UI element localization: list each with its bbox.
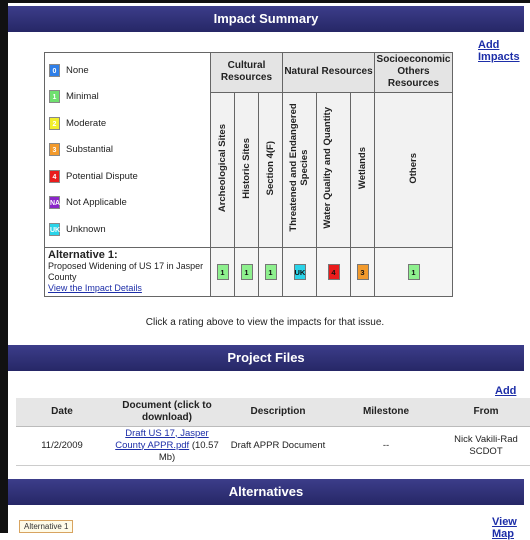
legend-item: UK Unknown xyxy=(49,216,206,243)
legend-item: 0 None xyxy=(49,57,206,84)
rating-cell: 1 xyxy=(258,246,283,297)
column-archeological-sites: Archeological Sites xyxy=(210,91,235,248)
legend-item: 1 Minimal xyxy=(49,84,206,111)
column-header-description: Description xyxy=(226,398,330,427)
rating-cell: UK xyxy=(282,246,317,297)
file-document: Draft US 17, Jasper County APPR.pdf (10.… xyxy=(108,426,226,466)
legend-label: Unknown xyxy=(66,223,106,235)
file-milestone: -- xyxy=(330,426,442,466)
rating-legend: 0 None 1 Minimal 2 Moderate 3 Substantial 4 Poten… xyxy=(44,52,211,248)
legend-label: Substantial xyxy=(66,144,114,156)
legend-label: Minimal xyxy=(66,91,99,103)
rating-cell: 3 xyxy=(350,246,375,297)
column-header-document: Document (click to download) xyxy=(108,398,226,427)
rating-instruction: Click a rating above to view the impacts… xyxy=(145,317,385,328)
legend-swatch: NA xyxy=(49,196,60,210)
legend-swatch: 0 xyxy=(49,63,60,77)
legend-label: Moderate xyxy=(66,117,107,129)
view-impact-details-link[interactable]: View the Impact Details xyxy=(48,283,142,293)
table-row: 11/2/2009 Draft US 17, Jasper County APP… xyxy=(16,426,530,466)
column-others: Others xyxy=(374,91,453,248)
project-files-table: Date Document (click to download) Descri… xyxy=(16,398,530,466)
impact-summary-header: Impact Summary xyxy=(8,6,524,32)
legend-swatch: 4 xyxy=(49,169,60,183)
column-header-from: From xyxy=(442,398,530,427)
window-edge-top xyxy=(0,0,530,3)
rating-cell: 1 xyxy=(234,246,259,297)
impact-grid: 0 None 1 Minimal 2 Moderate 3 Substantial 4 Poten… xyxy=(44,52,453,297)
column-wetlands: Wetlands xyxy=(350,91,375,248)
column-water-quality: Water Quality and Quantity xyxy=(316,91,351,248)
legend-label: Potential Dispute xyxy=(66,170,138,182)
group-natural-resources: Natural Resources xyxy=(282,52,375,93)
rating-cell: 1 xyxy=(374,246,453,297)
file-from: Nick Vakili-Rad SCDOT xyxy=(442,426,530,466)
rating-wetlands[interactable]: 3 xyxy=(356,263,369,280)
rating-cell: 4 xyxy=(316,246,351,297)
rating-water-quality[interactable]: 4 xyxy=(327,263,340,280)
alternative-description: Proposed Widening of US 17 in Jasper Cou… xyxy=(48,260,204,282)
legend-item: 4 Potential Dispute xyxy=(49,163,206,190)
add-impacts-link[interactable]: Add Impacts xyxy=(478,39,530,63)
tab-alternative-1[interactable]: Alternative 1 xyxy=(19,520,74,533)
view-map-link[interactable]: View Map xyxy=(492,516,530,540)
window-edge-left xyxy=(0,0,8,533)
rating-historic-sites[interactable]: 1 xyxy=(240,263,253,280)
legend-label: Not Applicable xyxy=(66,197,127,209)
legend-swatch: 2 xyxy=(49,116,60,130)
legend-swatch: 3 xyxy=(49,143,60,157)
file-date: 11/2/2009 xyxy=(16,426,108,466)
column-historic-sites: Historic Sites xyxy=(234,91,259,248)
rating-archeological-sites[interactable]: 1 xyxy=(216,263,229,280)
rating-cell: 1 xyxy=(210,246,235,297)
project-files-header: Project Files xyxy=(8,345,524,371)
group-socioeconomic-resources: Socioeconomic Others Resources xyxy=(374,52,453,93)
rating-others[interactable]: 1 xyxy=(407,263,420,280)
column-header-milestone: Milestone xyxy=(330,398,442,427)
legend-swatch: 1 xyxy=(49,90,60,104)
legend-swatch: UK xyxy=(49,222,60,236)
legend-item: NA Not Applicable xyxy=(49,190,206,217)
file-description: Draft APPR Document xyxy=(226,426,330,466)
column-threatened-species: Threatened and Endangered Species xyxy=(282,91,317,248)
legend-item: 3 Substantial xyxy=(49,137,206,164)
rating-threatened-species[interactable]: UK xyxy=(293,263,306,280)
legend-label: None xyxy=(66,64,89,76)
column-header-date: Date xyxy=(16,398,108,427)
alternatives-header: Alternatives xyxy=(8,479,524,505)
group-cultural-resources: Cultural Resources xyxy=(210,52,283,93)
legend-item: 2 Moderate xyxy=(49,110,206,137)
alternative-title: Alternative 1: xyxy=(48,248,118,261)
alternative-1-cell: Alternative 1: Proposed Widening of US 1… xyxy=(44,246,211,297)
column-section-4f: Section 4(F) xyxy=(258,91,283,248)
rating-section-4f[interactable]: 1 xyxy=(264,263,277,280)
